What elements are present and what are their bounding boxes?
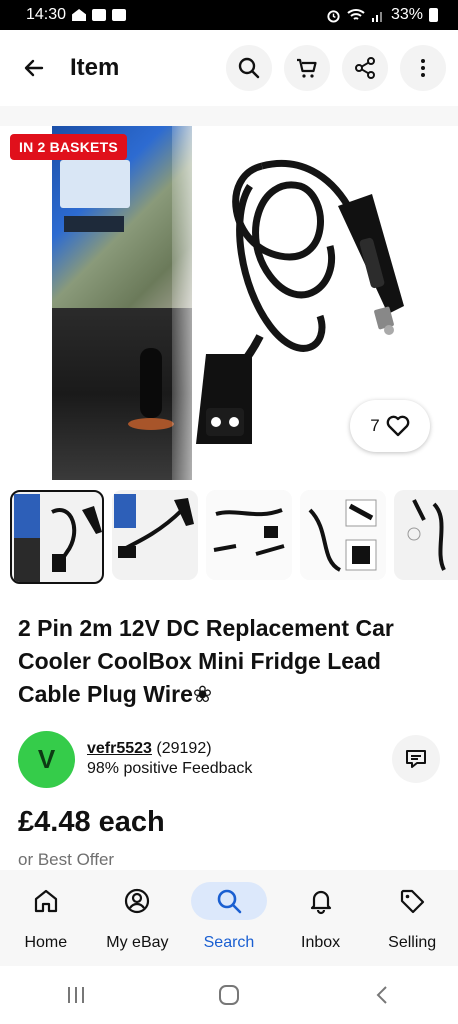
nav-selling[interactable]: Selling: [368, 882, 456, 966]
check-notification-icon: [112, 9, 127, 21]
gallery-notification-icon: [92, 9, 107, 21]
more-options-button[interactable]: [400, 45, 446, 91]
watch-count: 7: [370, 416, 380, 435]
nav-label: Search: [203, 934, 255, 951]
nav-label: Inbox: [301, 934, 341, 951]
more-vertical-icon: [421, 59, 425, 77]
alarm-icon: [327, 9, 340, 23]
in-baskets-badge: IN 2 BASKETS: [10, 134, 127, 160]
price: £4.48 each: [18, 806, 165, 838]
seller-info[interactable]: V vefr5523 (29192) 98% positive Feedback: [18, 730, 440, 788]
recent-apps-icon[interactable]: [65, 985, 87, 1005]
chat-icon: [406, 750, 426, 768]
page-title: Item: [70, 54, 120, 81]
message-seller-button[interactable]: [392, 735, 440, 783]
watch-button[interactable]: 7: [350, 400, 430, 452]
arrow-left-icon: [24, 59, 44, 77]
cart-button[interactable]: [284, 45, 330, 91]
signal-icon: [371, 12, 382, 22]
nav-my-ebay[interactable]: My eBay: [93, 882, 181, 966]
search-icon: [238, 57, 260, 79]
nav-label: My eBay: [106, 934, 169, 951]
search-button[interactable]: [226, 45, 272, 91]
product-image[interactable]: IN 2 BASKETS 7: [0, 126, 458, 480]
thumbnail-strip: [10, 490, 458, 584]
home-button-icon[interactable]: [218, 984, 240, 1006]
share-button[interactable]: [342, 45, 388, 91]
user-circle-icon: [125, 888, 150, 914]
listing-title: 2 Pin 2m 12V DC Replacement Car Cooler C…: [18, 615, 394, 707]
wifi-icon: [347, 9, 365, 20]
seller-name[interactable]: vefr5523: [87, 740, 152, 757]
status-bar: 14:30 33%: [0, 0, 458, 30]
back-chevron-icon[interactable]: [371, 984, 393, 1006]
home-icon: [34, 889, 57, 913]
seller-score: (29192): [156, 740, 212, 757]
thumbnail[interactable]: [112, 490, 198, 580]
battery-percent: 33%: [390, 6, 423, 23]
heart-icon: [386, 415, 410, 437]
header: Item: [0, 30, 458, 106]
share-icon: [355, 57, 375, 79]
system-nav-bar: [0, 966, 458, 1024]
thumbnail[interactable]: [206, 490, 292, 580]
tag-icon: [401, 889, 425, 914]
header-divider: [0, 106, 458, 126]
best-offer-label: or Best Offer: [18, 850, 115, 869]
thumbnail[interactable]: [394, 490, 458, 580]
battery-icon: [429, 8, 438, 22]
search-icon: [217, 889, 242, 914]
seller-avatar: V: [18, 730, 75, 788]
nav-label: Home: [24, 934, 68, 951]
home-notification-icon: [72, 9, 87, 21]
thumbnail[interactable]: [10, 490, 104, 584]
nav-search[interactable]: Search: [185, 882, 273, 966]
bell-icon: [310, 890, 331, 915]
back-button[interactable]: [12, 46, 56, 90]
nav-label: Selling: [388, 934, 437, 951]
status-time: 14:30: [26, 6, 67, 23]
cart-icon: [297, 58, 317, 78]
nav-inbox[interactable]: Inbox: [277, 882, 365, 966]
bottom-nav: Home My eBay Search Inbox Selling: [0, 870, 458, 966]
thumbnail[interactable]: [300, 490, 386, 580]
seller-feedback: 98% positive Feedback: [87, 760, 253, 777]
nav-home[interactable]: Home: [2, 882, 90, 966]
